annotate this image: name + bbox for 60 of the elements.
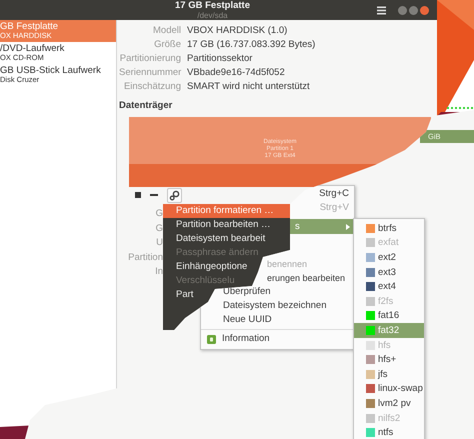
maximize-button[interactable] xyxy=(409,6,418,14)
menu-item[interactable]: Überprüfen xyxy=(201,285,354,299)
filesystem-label: nilfs2 xyxy=(378,412,400,424)
window-subtitle: /dev/sda xyxy=(197,10,228,20)
filesystem-label: btrfs xyxy=(378,222,396,234)
menu-item[interactable]: ext4 xyxy=(354,279,424,294)
property-value: 17 GB (16.737.083.392 Bytes) xyxy=(187,38,316,52)
property-value: VBOX HARDDISK (1.0) xyxy=(187,24,288,38)
property-label: G xyxy=(156,222,163,236)
gears-button[interactable] xyxy=(167,188,182,202)
filesystem-label: hfs+ xyxy=(378,354,396,366)
property-label: G xyxy=(156,207,163,221)
shortcut-label: Strg+C xyxy=(319,187,350,201)
property-label: U xyxy=(156,236,163,250)
filesystem-label: hfs xyxy=(378,340,391,351)
menu-icon[interactable] xyxy=(377,6,386,14)
property-label: Seriennummer xyxy=(119,66,181,80)
menu-item[interactable]: linux-swap xyxy=(354,382,424,396)
menu-item[interactable]: fat16 xyxy=(354,308,424,324)
menu-item[interactable]: Information xyxy=(201,332,354,346)
filesystem-label: ext4 xyxy=(378,281,396,292)
filesystem-label: exfat xyxy=(378,237,399,248)
disk-name: /DVD-Laufwerk xyxy=(0,44,66,54)
filesystem-label: lvm2 pv xyxy=(378,398,411,409)
property-label: Partition xyxy=(128,250,163,264)
menu-item[interactable]: erungen bearbeiten xyxy=(267,271,346,285)
menu-item[interactable]: ntfs xyxy=(354,425,424,439)
menu-item[interactable]: lvm2 pv xyxy=(354,396,424,411)
close-button[interactable] xyxy=(420,6,429,14)
filesystem-label: fat32 xyxy=(378,324,400,336)
property-label: Größe xyxy=(153,38,181,52)
info-icon xyxy=(207,334,216,344)
menu-item[interactable]: btrfs xyxy=(354,221,424,236)
property-label: Modell xyxy=(152,24,181,38)
menu-item[interactable]: Dateisystem bezeichnen xyxy=(201,299,354,313)
filesystem-label: fat16 xyxy=(378,310,400,322)
disk-name: GB USB-Stick Laufwerk xyxy=(0,66,102,76)
shortcut-label: Strg+V xyxy=(320,201,350,215)
property-value: VBbade9e16-74d5f052 xyxy=(187,66,286,80)
menu-item[interactable]: hfs+ xyxy=(354,352,424,367)
filesystem-label: f2fs xyxy=(378,296,394,307)
window-title: 17 GB Festplatte xyxy=(175,0,250,10)
menu-item[interactable]: Neue UUID xyxy=(201,313,354,327)
filesystem-label: ext3 xyxy=(378,266,396,278)
submenu-arrow-icon xyxy=(346,224,350,230)
menu-item[interactable]: ext2 xyxy=(354,250,424,265)
section-heading: Datenträger xyxy=(119,99,174,113)
property-label: Partitionierung xyxy=(119,52,181,66)
property-value: Partitionssektor xyxy=(187,52,254,66)
property-value: SMART wird nicht unterstützt xyxy=(187,80,311,94)
property-label: In xyxy=(155,265,163,279)
minimize-button[interactable] xyxy=(398,6,407,14)
filesystem-label: jfs xyxy=(378,368,388,380)
property-label: Einschätzung xyxy=(122,80,181,94)
filesystem-label: ntfs xyxy=(378,427,394,438)
menu-item[interactable]: ext3 xyxy=(354,264,424,280)
filesystem-label: ext2 xyxy=(378,252,396,263)
filesystem-label: linux-swap xyxy=(378,383,423,394)
disk-name: GB Festplatte xyxy=(0,22,60,32)
menu-item[interactable]: jfs xyxy=(354,366,424,382)
